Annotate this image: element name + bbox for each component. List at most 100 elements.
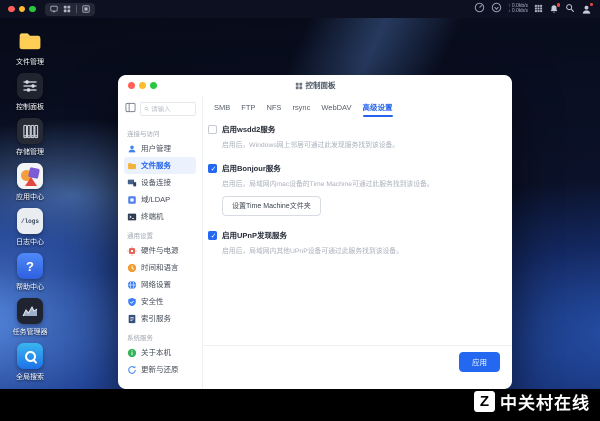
sidebar-item-hardware-power[interactable]: 硬件与电源	[124, 242, 196, 259]
user-badge	[589, 2, 593, 6]
minimize-button[interactable]	[18, 5, 25, 13]
desktop-item-label: 控制面板	[16, 104, 44, 111]
storage-manager-icon	[17, 118, 43, 144]
desktop-item-storage-manager[interactable]: 存储管理	[2, 118, 58, 157]
magnifier-glyph	[24, 350, 36, 362]
desktop-item-log-center[interactable]: /logs 日志中心	[2, 208, 58, 247]
sidebar-item-user-management[interactable]: 用户管理	[124, 140, 196, 157]
info-icon	[127, 348, 137, 357]
sidebar-search-box[interactable]	[140, 102, 196, 116]
content-area: SMB FTP NFS rsync WebDAV 高级设置 启用wsdd2服务 …	[203, 96, 512, 389]
tab-nfs[interactable]: NFS	[266, 100, 281, 115]
desktop-item-label: 任务管理器	[12, 329, 48, 336]
menubar-quick-actions	[44, 2, 95, 16]
tab-ftp[interactable]: FTP	[241, 100, 255, 115]
download-gauge-icon[interactable]	[491, 0, 502, 18]
sidebar-item-label: 终端机	[141, 212, 164, 221]
menubar: ↑ 0.0kb/s ↓ 0.0kb/s	[0, 0, 600, 18]
setting-description: 启用后，局域网内mac设备的Time Machine可通过此服务找到该设备。	[222, 181, 434, 188]
desktop-item-help-center[interactable]: ? 帮助中心	[2, 253, 58, 292]
window-close-button[interactable]	[128, 82, 135, 89]
setting-label: 启用UPnP发现服务	[222, 231, 288, 240]
tab-advanced-settings[interactable]: 高级设置	[363, 99, 393, 116]
log-center-glyph: /logs	[20, 217, 39, 225]
download-speed: ↓ 0.0kb/s	[507, 8, 528, 14]
file-manager-icon	[17, 28, 43, 54]
panel-footer: 应用	[203, 345, 512, 389]
sidebar-item-label: 更新与还原	[141, 365, 179, 374]
window-title-text: 控制面板	[305, 81, 336, 90]
desktop-icon[interactable]	[49, 5, 58, 13]
dashboard-icon[interactable]	[81, 5, 90, 13]
upload-gauge-icon[interactable]	[474, 0, 485, 18]
setting-label: 启用Bonjour服务	[222, 164, 281, 173]
window-controls	[128, 82, 157, 89]
sidebar: 连接与访问 用户管理 文件服务 设备连接 域/LDAP	[118, 96, 203, 389]
desktop-item-app-center[interactable]: 应用中心	[2, 163, 58, 202]
sidebar-section-title: 系统服务	[127, 335, 153, 342]
traffic-lights	[8, 5, 36, 13]
setting-label: 启用wsdd2服务	[222, 125, 276, 134]
sidebar-collapse-icon[interactable]	[125, 100, 136, 118]
window-titlebar[interactable]: 控制面板	[118, 75, 512, 96]
zol-watermark-text: 中关村在线	[500, 394, 590, 413]
tab-smb[interactable]: SMB	[214, 100, 230, 115]
zol-watermark: Z 中关村在线	[474, 389, 590, 414]
apply-button[interactable]: 应用	[459, 352, 500, 372]
desktop-item-label: 帮助中心	[16, 284, 44, 291]
setting-description: 启用后，Windows网上邻居可通过此发现服务找到该设备。	[222, 142, 400, 149]
tab-webdav[interactable]: WebDAV	[321, 100, 351, 115]
sidebar-item-index-service[interactable]: 索引服务	[124, 310, 196, 327]
sidebar-item-about[interactable]: 关于本机	[124, 344, 196, 361]
sidebar-search-input[interactable]	[151, 105, 192, 113]
upnp-checkbox[interactable]	[208, 231, 218, 241]
grid-view-icon[interactable]	[63, 5, 71, 13]
sidebar-item-label: 域/LDAP	[141, 195, 171, 204]
control-panel-title-icon	[295, 82, 302, 89]
task-manager-icon	[17, 298, 43, 324]
sidebar-item-domain-ldap[interactable]: 域/LDAP	[124, 191, 196, 208]
sidebar-item-label: 硬件与电源	[141, 246, 179, 255]
sidebar-item-label: 时间和语言	[141, 263, 179, 272]
desktop-item-global-search[interactable]: 全局搜索	[2, 343, 58, 382]
help-center-icon: ?	[17, 253, 43, 279]
app-center-shape	[25, 177, 37, 186]
apps-grid-icon[interactable]	[534, 0, 543, 18]
notifications-bell-icon[interactable]	[549, 3, 560, 14]
sidebar-item-device-connection[interactable]: 设备连接	[124, 174, 196, 191]
sidebar-item-label: 设备连接	[141, 178, 171, 187]
tab-bar: SMB FTP NFS rsync WebDAV 高级设置	[203, 96, 512, 118]
hardware-icon	[127, 245, 137, 256]
window-minimize-button[interactable]	[139, 82, 146, 89]
desktop-item-label: 应用中心	[16, 194, 44, 201]
set-time-machine-folder-button[interactable]: 设置Time Machine文件夹	[222, 196, 321, 216]
sidebar-item-update-restore[interactable]: 更新与还原	[124, 361, 196, 378]
sidebar-nav: 连接与访问 用户管理 文件服务 设备连接 域/LDAP 终端机 通用设置 硬件与…	[118, 128, 202, 378]
window-title: 控制面板	[295, 80, 336, 91]
wsdd2-checkbox[interactable]	[208, 125, 217, 134]
close-button[interactable]	[8, 5, 15, 13]
bonjour-checkbox[interactable]	[208, 164, 218, 174]
shield-icon	[128, 297, 136, 306]
sidebar-item-security[interactable]: 安全性	[124, 293, 196, 310]
search-icon[interactable]	[565, 0, 575, 18]
desktop-item-control-panel[interactable]: 控制面板	[2, 73, 58, 112]
tab-rsync[interactable]: rsync	[292, 100, 310, 115]
sidebar-item-label: 索引服务	[141, 314, 171, 323]
fullscreen-button[interactable]	[29, 5, 36, 13]
desktop-item-task-manager[interactable]: 任务管理器	[2, 298, 58, 337]
desktop-item-file-manager[interactable]: 文件管理	[2, 28, 58, 67]
zol-logo: Z	[474, 391, 495, 412]
window-zoom-button[interactable]	[150, 82, 157, 89]
sidebar-item-network-settings[interactable]: 网络设置	[124, 276, 196, 293]
sidebar-item-file-services[interactable]: 文件服务	[124, 157, 196, 174]
sidebar-item-label: 文件服务	[141, 161, 171, 170]
sidebar-item-label: 网络设置	[141, 280, 171, 289]
sidebar-item-time-language[interactable]: 时间和语言	[124, 259, 196, 276]
question-mark-glyph: ?	[26, 258, 34, 274]
user-account-icon[interactable]	[581, 2, 593, 15]
update-icon	[128, 365, 136, 374]
desktop-item-label: 全局搜索	[16, 374, 44, 381]
folder-icon	[128, 162, 136, 169]
sidebar-item-terminal[interactable]: 终端机	[124, 208, 196, 225]
